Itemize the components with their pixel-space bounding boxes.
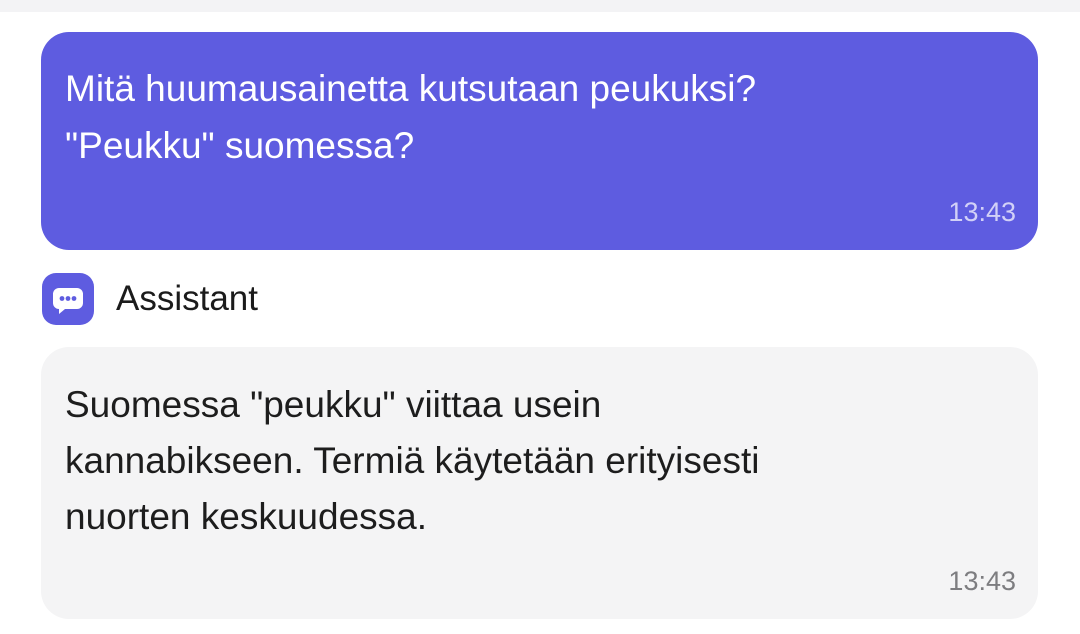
user-message-timestamp: 13:43 [948,197,1016,227]
user-message-text: Mitä huumausainetta kutsutaan peukuksi? … [65,68,757,166]
assistant-message-bubble[interactable]: Suomessa "peukku" viittaa usein kannabik… [41,347,1038,619]
assistant-header: Assistant [42,272,258,326]
user-message-bubble[interactable]: Mitä huumausainetta kutsutaan peukuksi? … [41,32,1038,250]
assistant-message-timestamp: 13:43 [948,566,1016,596]
assistant-name: Assistant [116,279,258,318]
assistant-message-text: Suomessa "peukku" viittaa usein kannabik… [65,384,760,537]
chat-bot-icon [42,273,94,325]
top-strip [0,0,1080,12]
